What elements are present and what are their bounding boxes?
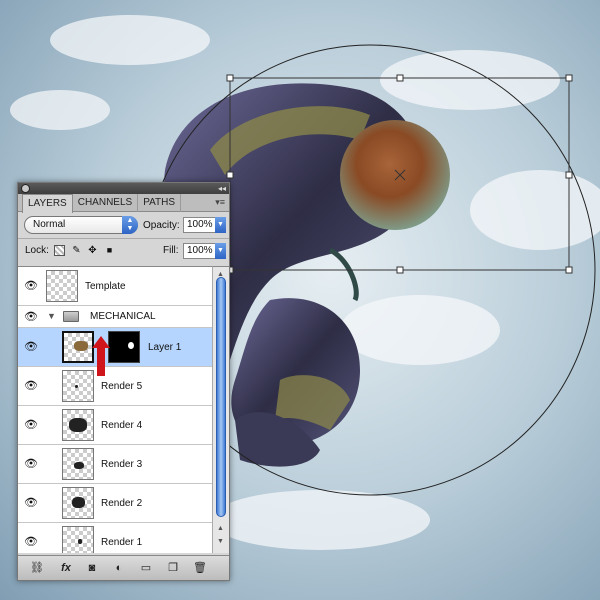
thumbnail-content: [75, 385, 78, 388]
eye-icon[interactable]: 👁: [21, 310, 41, 324]
scroll-up-arrow-icon[interactable]: ▲: [217, 525, 224, 532]
layer-name: Render 3: [101, 459, 143, 470]
layer-row-render-4[interactable]: 👁 Render 4: [18, 406, 214, 445]
layer-name: Layer 1: [148, 342, 182, 353]
trash-icon[interactable]: 🗑: [192, 561, 208, 575]
layer-row-layer-1[interactable]: 👁 Layer 1: [18, 328, 214, 367]
fill-value: 100%: [187, 245, 213, 256]
layers-bottom-toolbar: ⛓ fx ◙ ◐ ▭ ❐ 🗑: [18, 555, 229, 580]
blend-mode-select[interactable]: Normal ▲ ▼: [24, 216, 138, 234]
layer-row-group-mechanical[interactable]: 👁 ▼ MECHANICAL: [18, 306, 214, 328]
layer-mask-thumbnail[interactable]: [108, 331, 140, 363]
lock-image-brush-icon[interactable]: ✎: [71, 245, 82, 256]
lock-position-move-icon[interactable]: ✥: [87, 245, 98, 256]
layer-thumbnail: [62, 409, 94, 441]
fill-field[interactable]: 100% ▼: [183, 243, 226, 259]
layer-thumbnail: [46, 270, 78, 302]
new-layer-icon[interactable]: ❐: [165, 561, 181, 575]
blend-mode-value: Normal: [33, 219, 66, 230]
eye-icon[interactable]: 👁: [21, 496, 41, 510]
fill-label: Fill:: [163, 245, 179, 256]
tab-channels[interactable]: CHANNELS: [73, 194, 139, 212]
opacity-label: Opacity:: [143, 220, 180, 231]
layer-row-render-1[interactable]: 👁 Render 1: [18, 523, 214, 553]
eye-icon[interactable]: 👁: [21, 340, 41, 354]
panel-titlebar[interactable]: ◂◂: [18, 183, 229, 194]
link-icon[interactable]: ⛓: [28, 561, 46, 575]
eye-icon[interactable]: 👁: [21, 535, 41, 549]
thumbnail-content: [78, 539, 82, 544]
group-name: MECHANICAL: [90, 311, 156, 322]
chevron-updown-icon[interactable]: ▲ ▼: [122, 216, 138, 234]
eye-icon[interactable]: 👁: [21, 379, 41, 393]
thumbnail-content: [72, 497, 85, 508]
lock-label: Lock:: [25, 245, 49, 256]
thumbnail-content: [69, 418, 87, 432]
new-group-icon[interactable]: ▭: [138, 561, 154, 575]
close-icon[interactable]: [21, 184, 30, 193]
layer-row-template[interactable]: 👁 Template: [18, 267, 214, 306]
red-arrow-annotation-icon: [92, 336, 110, 376]
mask-shape: [128, 342, 134, 349]
layer-thumbnail: [62, 331, 94, 363]
panel-tabs: LAYERS CHANNELS PATHS ▾≡: [18, 194, 229, 213]
tab-paths[interactable]: PATHS: [138, 194, 182, 212]
lock-all-icon[interactable]: ■: [104, 245, 115, 256]
blend-row: Normal ▲ ▼ Opacity: 100% ▼: [18, 212, 229, 238]
layer-name: Render 1: [101, 537, 143, 548]
layers-scrollbar[interactable]: ▲ ▲ ▼: [212, 266, 229, 553]
expand-triangle-icon[interactable]: ▼: [47, 311, 56, 321]
layer-name: Render 2: [101, 498, 143, 509]
layer-name: Render 4: [101, 420, 143, 431]
layer-thumbnail: [62, 448, 94, 480]
layers-list: 👁 Template 👁 ▼ MECHANICAL 👁 Layer 1 👁 Re…: [18, 266, 214, 553]
thumbnail-content: [74, 341, 88, 351]
layer-thumbnail: [62, 487, 94, 519]
eye-icon[interactable]: 👁: [21, 279, 41, 293]
fx-icon[interactable]: fx: [56, 561, 76, 575]
layer-thumbnail: [62, 526, 94, 553]
layer-name: Template: [85, 281, 126, 292]
scrollbar-thumb[interactable]: [216, 277, 226, 517]
scroll-down-arrow-icon[interactable]: ▼: [217, 538, 224, 545]
lock-transparent-icon[interactable]: [54, 245, 65, 256]
adjustment-layer-icon[interactable]: ◐: [111, 561, 127, 575]
layer-name: Render 5: [101, 381, 143, 392]
rust-texture-sphere: [340, 120, 450, 230]
layers-panel: ◂◂ LAYERS CHANNELS PATHS ▾≡ Normal ▲ ▼ Op…: [17, 182, 230, 581]
tab-layers[interactable]: LAYERS: [22, 194, 73, 213]
thumbnail-content: [74, 462, 84, 469]
opacity-field[interactable]: 100% ▼: [183, 217, 226, 233]
folder-icon: [63, 311, 79, 322]
panel-menu-icon[interactable]: ▾≡: [215, 197, 225, 208]
collapse-icon[interactable]: ◂◂: [218, 183, 226, 194]
layer-thumbnail: [62, 370, 94, 402]
eye-icon[interactable]: 👁: [21, 418, 41, 432]
chevron-down-icon[interactable]: ▼: [215, 243, 226, 259]
add-mask-icon[interactable]: ◙: [84, 561, 100, 575]
lock-row: Lock: ✎ ✥ ■ Fill: 100% ▼: [18, 238, 229, 262]
opacity-value: 100%: [187, 219, 213, 230]
layer-row-render-2[interactable]: 👁 Render 2: [18, 484, 214, 523]
layer-row-render-5[interactable]: 👁 Render 5: [18, 367, 214, 406]
eye-icon[interactable]: 👁: [21, 457, 41, 471]
layer-row-render-3[interactable]: 👁 Render 3: [18, 445, 214, 484]
chevron-down-icon[interactable]: ▼: [215, 217, 226, 233]
